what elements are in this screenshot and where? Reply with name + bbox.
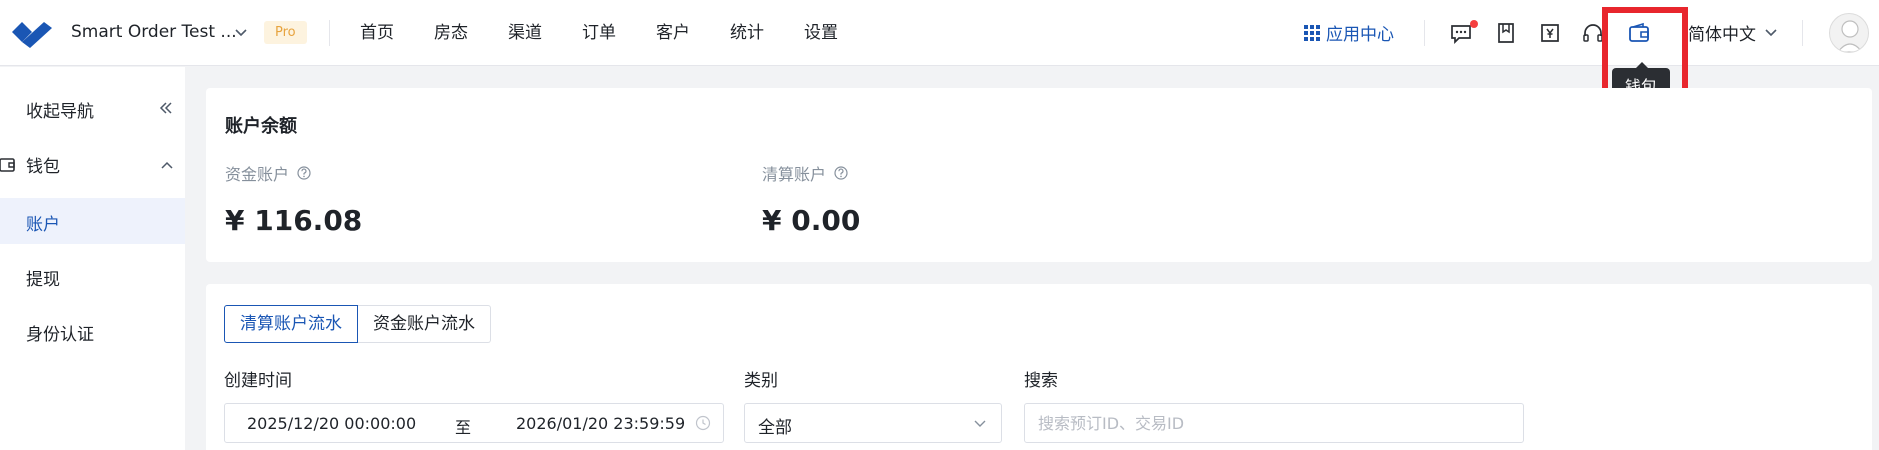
sidebar: 收起导航 钱包 账户 提现 身份认证 (0, 67, 185, 450)
bookmark-icon[interactable] (1494, 21, 1518, 45)
sidebar-item-wallet[interactable]: 钱包 (26, 152, 60, 177)
divider (1424, 20, 1425, 46)
nav-room-status[interactable]: 房态 (434, 0, 468, 66)
date-range-picker[interactable]: 2025/12/20 00:00:00 至 2026/01/20 23:59:5… (224, 403, 724, 443)
category-select[interactable]: 全部 (744, 403, 1002, 443)
fund-account-label-text: 资金账户 (225, 165, 290, 184)
chevron-up-icon[interactable] (160, 158, 174, 172)
date-start[interactable]: 2025/12/20 00:00:00 (247, 414, 416, 433)
language-label: 简体中文 (1688, 25, 1756, 45)
category-label: 类别 (744, 371, 778, 391)
sidebar-item-withdraw[interactable]: 提现 (26, 265, 60, 290)
invoice-icon[interactable] (1538, 21, 1562, 45)
clearing-account-balance: ¥ 0.00 (762, 204, 861, 237)
sidebar-collapse-label[interactable]: 收起导航 (26, 97, 94, 122)
grid-icon (1304, 24, 1320, 41)
divider (1802, 20, 1803, 46)
nav-home[interactable]: 首页 (360, 0, 394, 66)
clearing-account-label: 清算账户 (762, 161, 848, 185)
wallet-icon (0, 158, 15, 172)
nav-customers[interactable]: 客户 (656, 0, 690, 66)
double-chevron-left-icon[interactable] (158, 100, 174, 116)
nav-orders[interactable]: 订单 (582, 0, 616, 66)
search-label: 搜索 (1024, 371, 1058, 391)
nav-channels[interactable]: 渠道 (508, 0, 542, 66)
app-center-link[interactable]: 应用中心 (1304, 20, 1394, 45)
tab-fund-flow[interactable]: 资金账户流水 (358, 305, 491, 343)
chevron-down-icon (974, 420, 986, 427)
language-selector[interactable]: 简体中文 (1688, 20, 1778, 45)
tab-clearing-flow[interactable]: 清算账户流水 (224, 305, 358, 343)
chevron-down-icon (1765, 28, 1777, 36)
sidebar-item-account[interactable]: 账户 (26, 210, 60, 235)
nav-settings[interactable]: 设置 (804, 0, 838, 66)
help-icon[interactable] (297, 166, 311, 180)
sidebar-item-verification[interactable]: 身份认证 (26, 320, 94, 345)
divider (329, 20, 330, 46)
transactions-card: 清算账户流水 资金账户流水 创建时间 类别 搜索 2025/12/20 00:0… (206, 284, 1872, 450)
pro-badge: Pro (264, 21, 307, 44)
avatar-image-icon (1837, 20, 1863, 52)
help-icon[interactable] (834, 166, 848, 180)
store-name[interactable]: Smart Order Test ... (71, 22, 237, 42)
balance-title: 账户余额 (225, 116, 297, 137)
fund-account-balance: ¥ 116.08 (225, 204, 363, 237)
main-nav: 首页 房态 渠道 订单 客户 统计 设置 (360, 0, 878, 66)
search-input[interactable] (1024, 403, 1524, 443)
nav-statistics[interactable]: 统计 (730, 0, 764, 66)
chevron-down-icon[interactable] (234, 26, 248, 40)
flow-tabs: 清算账户流水 资金账户流水 (224, 305, 491, 343)
balance-card: 账户余额 资金账户 ¥ 116.08 清算账户 ¥ 0.00 (206, 88, 1872, 262)
date-range-separator: 至 (455, 418, 472, 437)
brand-logo-icon[interactable] (8, 14, 54, 52)
clock-icon (695, 415, 711, 431)
fund-account-label: 资金账户 (225, 161, 311, 185)
top-bar: Smart Order Test ... Pro 首页 房态 渠道 订单 客户 … (0, 0, 1879, 66)
notification-dot (1470, 20, 1478, 28)
created-time-label: 创建时间 (224, 371, 292, 391)
app-center-label: 应用中心 (1326, 25, 1394, 45)
avatar[interactable] (1829, 13, 1869, 53)
category-select-value: 全部 (758, 418, 792, 438)
date-end[interactable]: 2026/01/20 23:59:59 (516, 414, 685, 433)
clearing-account-label-text: 清算账户 (762, 165, 827, 184)
